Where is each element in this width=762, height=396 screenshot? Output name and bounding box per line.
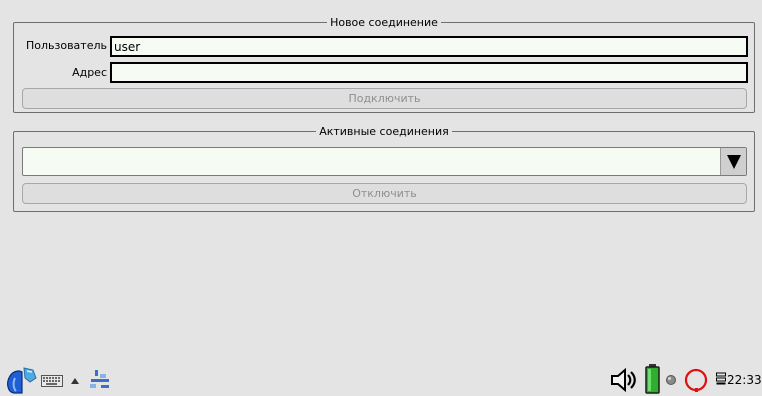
new-connection-title: Новое соединение xyxy=(330,16,438,29)
menu-lines-icon[interactable] xyxy=(716,372,726,386)
arrow-up-icon[interactable] xyxy=(71,378,79,384)
user-label: Пользователь xyxy=(25,39,107,52)
keyboard-icon[interactable] xyxy=(41,375,63,387)
active-connections-select[interactable] xyxy=(22,147,747,176)
battery-icon xyxy=(645,364,660,394)
connect-button[interactable]: Подключить xyxy=(22,88,747,109)
status-dot-icon xyxy=(666,375,676,385)
network-icon[interactable] xyxy=(87,369,113,391)
dropdown-arrow-icon[interactable] xyxy=(720,148,746,175)
address-label: Адрес xyxy=(72,66,107,79)
speaker-icon[interactable] xyxy=(610,368,638,392)
clock[interactable]: 22:33 xyxy=(727,373,762,387)
user-field[interactable] xyxy=(110,36,748,57)
active-connections-title: Активные соединения xyxy=(319,125,449,138)
disconnect-button[interactable]: Отключить xyxy=(22,183,747,204)
address-field[interactable] xyxy=(110,62,748,83)
start-menu-icon[interactable] xyxy=(5,366,39,394)
power-icon[interactable] xyxy=(683,366,711,394)
